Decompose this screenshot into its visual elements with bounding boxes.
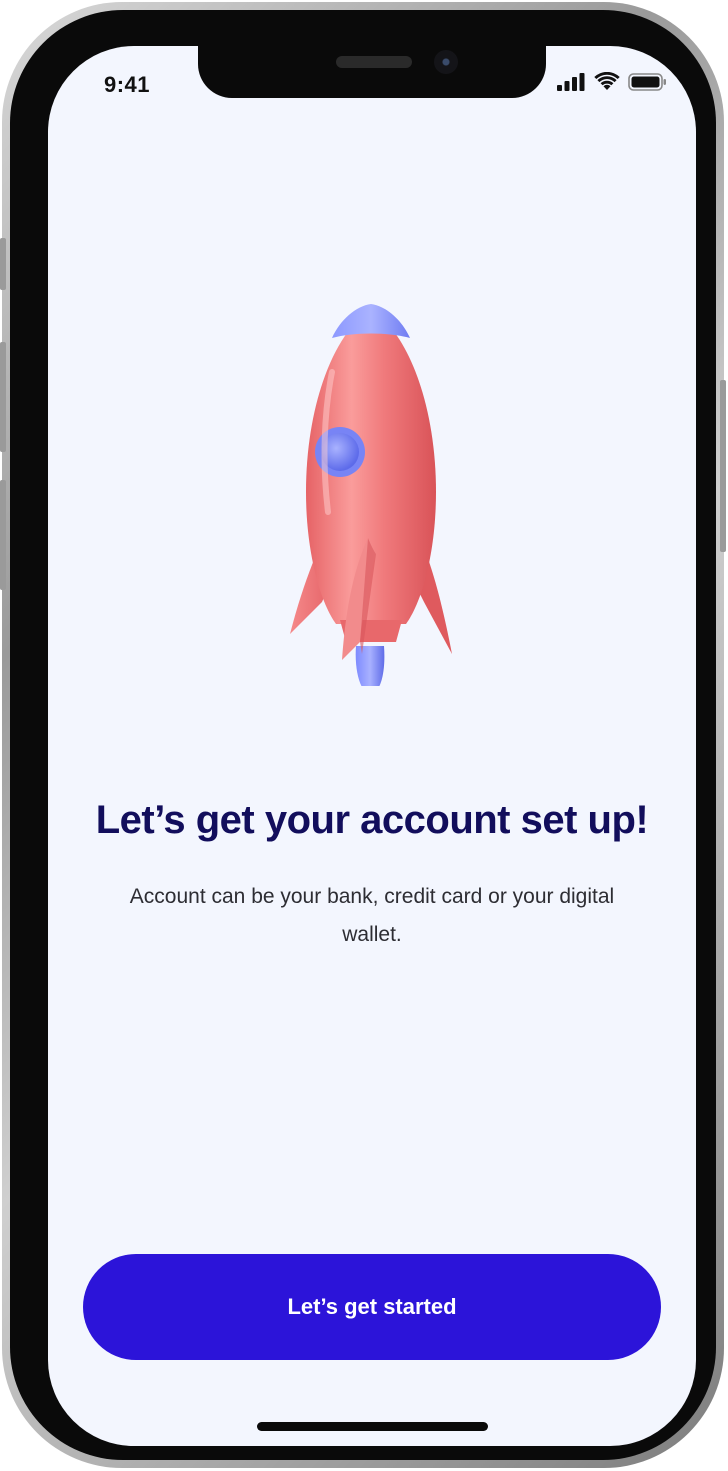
rocket-illustration — [276, 302, 466, 694]
battery-icon — [628, 73, 666, 91]
volume-down-button — [0, 480, 6, 590]
phone-frame: 9:41 Let’s get your account set up! Acco… — [0, 2, 726, 1468]
volume-up-button — [0, 342, 6, 452]
status-bar-icons — [556, 72, 668, 92]
cellular-signal-icon — [557, 73, 585, 91]
phone-bezel: 9:41 Let’s get your account set up! Acco… — [10, 10, 716, 1460]
page-title: Let’s get your account set up! — [95, 798, 649, 842]
speaker-grille — [336, 56, 412, 68]
status-bar-time: 9:41 — [104, 72, 151, 97]
page-description: Account can be your bank, credit card or… — [129, 885, 615, 946]
onboarding-screen: 9:41 Let’s get your account set up! Acco… — [48, 46, 696, 1446]
front-camera — [434, 50, 458, 74]
notch — [198, 46, 546, 98]
silent-switch — [0, 238, 6, 290]
wifi-icon — [594, 72, 620, 90]
get-started-button[interactable]: Let’s get started — [83, 1254, 661, 1360]
power-button — [720, 380, 726, 552]
home-indicator[interactable] — [257, 1422, 488, 1431]
